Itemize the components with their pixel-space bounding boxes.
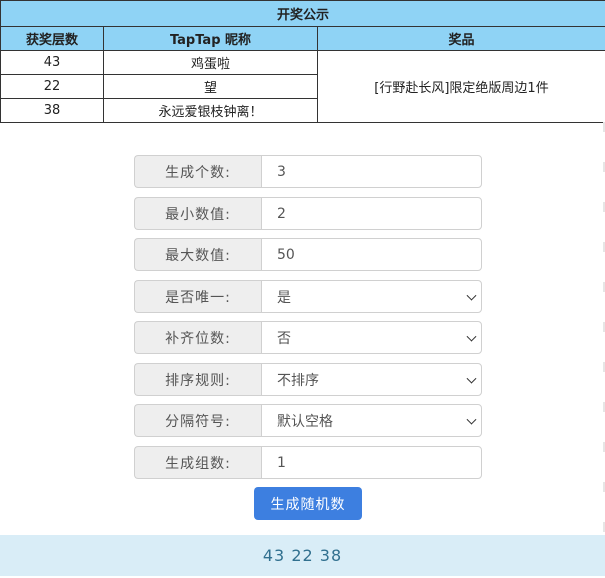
floor-cell: 43 bbox=[0, 50, 104, 75]
unique-label: 是否唯一: bbox=[134, 280, 261, 313]
page: 开奖公示 获奖层数 TapTap 昵称 奖品 43 鸡蛋啦 [行野赴长风]限定绝… bbox=[0, 0, 605, 578]
min-input[interactable]: 2 bbox=[261, 197, 482, 230]
max-value: 50 bbox=[277, 246, 295, 263]
table-row: 43 鸡蛋啦 [行野赴长风]限定绝版周边1件 bbox=[0, 50, 605, 123]
pad-value: 否 bbox=[277, 330, 291, 347]
header-floor: 获奖层数 bbox=[0, 26, 104, 51]
prize-cell: [行野赴长风]限定绝版周边1件 bbox=[317, 50, 605, 123]
header-nickname: TapTap 昵称 bbox=[103, 26, 318, 51]
table-title: 开奖公示 bbox=[0, 0, 605, 27]
groups-input[interactable]: 1 bbox=[261, 446, 482, 479]
generate-button[interactable]: 生成随机数 bbox=[254, 487, 362, 520]
count-row: 生成个数: 3 bbox=[134, 155, 482, 188]
unique-select[interactable]: 是 bbox=[261, 280, 482, 313]
sep-select[interactable]: 默认空格 bbox=[261, 404, 482, 437]
count-value: 3 bbox=[277, 163, 286, 180]
chevron-down-icon bbox=[466, 290, 477, 301]
sort-value: 不排序 bbox=[277, 372, 319, 389]
unique-value: 是 bbox=[277, 289, 291, 306]
max-input[interactable]: 50 bbox=[261, 238, 482, 271]
draw-results-table: 开奖公示 获奖层数 TapTap 昵称 奖品 43 鸡蛋啦 [行野赴长风]限定绝… bbox=[0, 0, 605, 123]
result-text: 43 22 38 bbox=[262, 546, 343, 565]
sort-label: 排序规则: bbox=[134, 363, 261, 396]
pad-select[interactable]: 否 bbox=[261, 321, 482, 354]
pad-label: 补齐位数: bbox=[134, 321, 261, 354]
unique-row: 是否唯一: 是 bbox=[134, 280, 482, 313]
floor-cell: 22 bbox=[0, 74, 104, 99]
sort-select[interactable]: 不排序 bbox=[261, 363, 482, 396]
sort-row: 排序规则: 不排序 bbox=[134, 363, 482, 396]
pad-row: 补齐位数: 否 bbox=[134, 321, 482, 354]
header-prize: 奖品 bbox=[317, 26, 605, 51]
sep-value: 默认空格 bbox=[277, 413, 333, 430]
chevron-down-icon bbox=[466, 373, 477, 384]
nickname-cell: 望 bbox=[103, 74, 318, 99]
nickname-cell: 永远爱银枝钟离！ bbox=[103, 98, 318, 123]
chevron-down-icon bbox=[466, 414, 477, 425]
min-value: 2 bbox=[277, 205, 286, 222]
count-label: 生成个数: bbox=[134, 155, 261, 188]
sep-label: 分隔符号: bbox=[134, 404, 261, 437]
min-label: 最小数值: bbox=[134, 197, 261, 230]
result-output: 43 22 38 bbox=[0, 535, 605, 576]
floor-cell: 38 bbox=[0, 98, 104, 123]
count-input[interactable]: 3 bbox=[261, 155, 482, 188]
chevron-down-icon bbox=[466, 331, 477, 342]
sep-row: 分隔符号: 默认空格 bbox=[134, 404, 482, 437]
max-label: 最大数值: bbox=[134, 238, 261, 271]
groups-value: 1 bbox=[277, 454, 286, 471]
max-row: 最大数值: 50 bbox=[134, 238, 482, 271]
nickname-cell: 鸡蛋啦 bbox=[103, 50, 318, 75]
min-row: 最小数值: 2 bbox=[134, 197, 482, 230]
groups-row: 生成组数: 1 bbox=[134, 446, 482, 479]
groups-label: 生成组数: bbox=[134, 446, 261, 479]
